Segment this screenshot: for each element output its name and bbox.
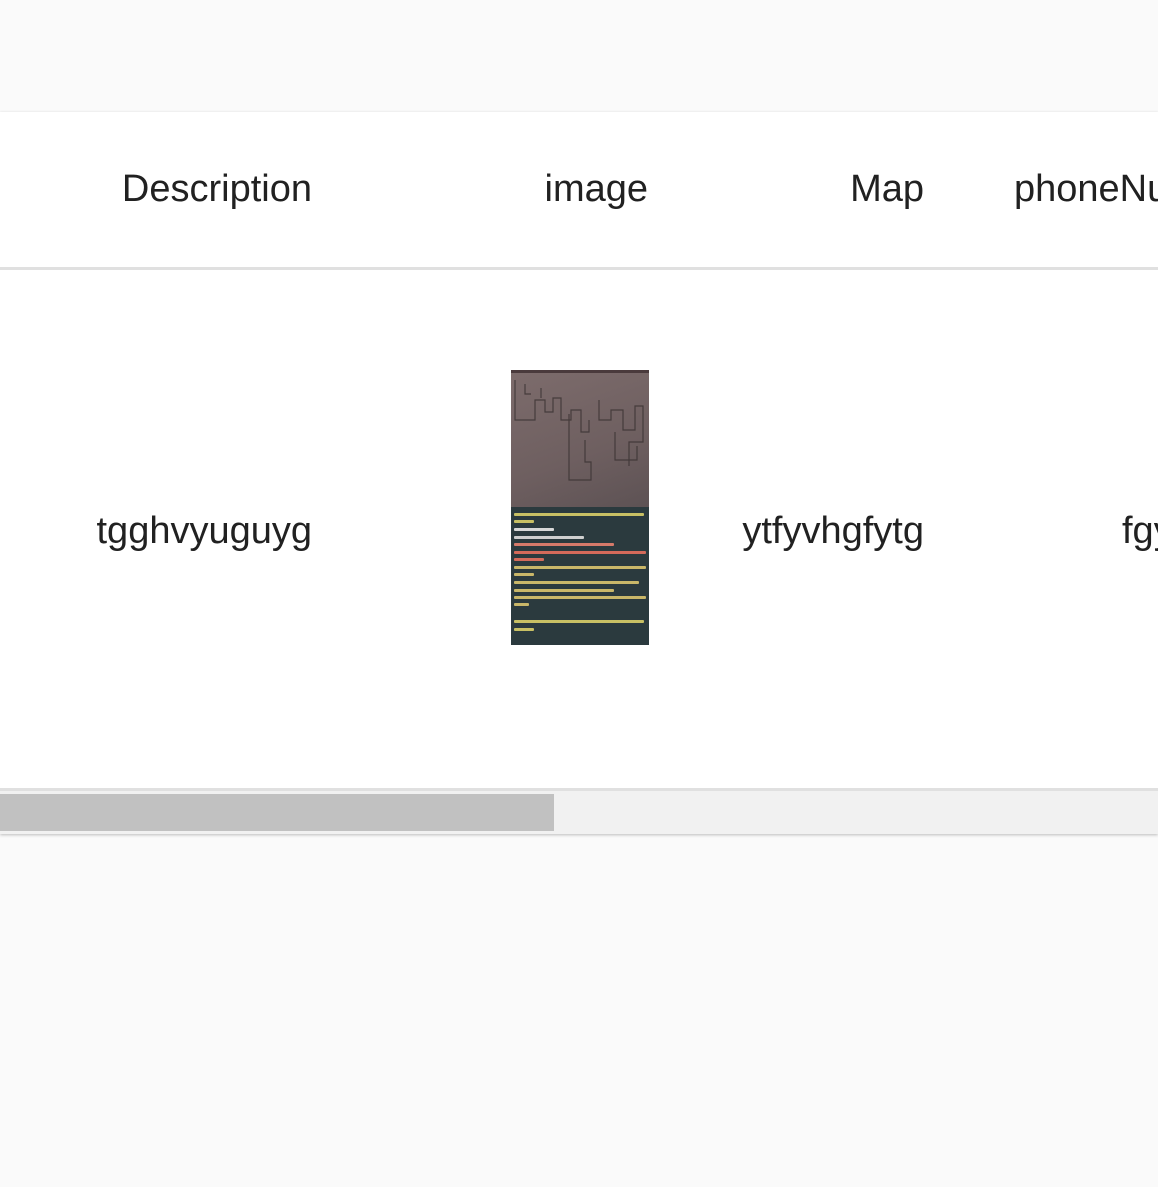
table-header-row: Description image Map phoneNu — [0, 112, 1158, 270]
horizontal-scrollbar[interactable] — [0, 791, 1158, 834]
column-header-image[interactable]: image — [545, 167, 649, 211]
cell-map: ytfyvhgfytg — [742, 510, 924, 552]
column-header-description[interactable]: Description — [122, 167, 312, 211]
cell-phone-number: fgy — [1122, 510, 1158, 552]
data-table: Description image Map phoneNu tgghvyuguy… — [0, 112, 1158, 834]
photo-thumbnail-icon[interactable] — [511, 370, 649, 645]
thumbnail-drawing-area — [511, 370, 649, 507]
sketch-drawing — [511, 370, 649, 481]
page: Description image Map phoneNu tgghvyuguy… — [0, 0, 1158, 1187]
column-header-map[interactable]: Map — [850, 167, 924, 211]
cell-description: tgghvyuguyg — [96, 510, 313, 552]
column-header-phone-number[interactable]: phoneNu — [1014, 167, 1158, 211]
table-row[interactable]: tgghvyuguyg ytfyvhgfytg fg — [0, 270, 1158, 791]
thumbnail-terminal-area — [511, 507, 649, 645]
scrollbar-thumb[interactable] — [0, 794, 554, 831]
